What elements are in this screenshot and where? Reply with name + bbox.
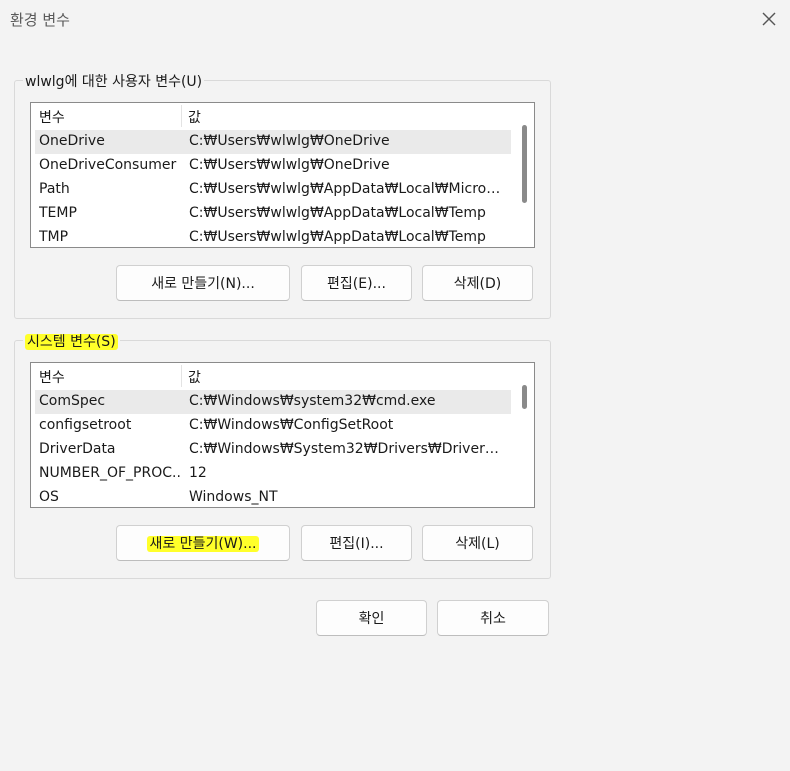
column-header-value[interactable]: 값 bbox=[188, 367, 201, 387]
system-edit-button[interactable]: 편집(I)... bbox=[301, 525, 412, 561]
variable-name: TMP bbox=[39, 229, 69, 245]
variable-value: C:₩Users₩wlwlg₩OneDrive bbox=[189, 157, 390, 173]
table-row[interactable]: configsetroot C:₩Windows₩ConfigSetRoot bbox=[35, 414, 511, 438]
user-variables-list[interactable]: 변수 값 OneDrive C:₩Users₩wlwlg₩OneDrive OneD… bbox=[30, 102, 535, 248]
table-row[interactable]: Path C:₩Users₩wlwlg₩AppData₩Local₩Microso… bbox=[35, 178, 511, 202]
variable-name: OS bbox=[39, 489, 59, 505]
system-variables-label-text: 시스템 변수(S) bbox=[25, 334, 118, 350]
close-button[interactable] bbox=[758, 8, 780, 30]
list-header: 변수 값 bbox=[31, 363, 534, 389]
user-list-scrollbar[interactable] bbox=[517, 103, 531, 247]
table-row[interactable]: OneDriveConsumer C:₩Users₩wlwlg₩OneDrive bbox=[35, 154, 511, 178]
column-header-value[interactable]: 값 bbox=[188, 107, 201, 127]
variable-value: C:₩Windows₩ConfigSetRoot bbox=[189, 417, 394, 433]
column-header-variable[interactable]: 변수 bbox=[39, 107, 65, 127]
system-variables-label: 시스템 변수(S) bbox=[23, 331, 120, 351]
variable-name: TEMP bbox=[39, 205, 77, 221]
variable-value: C:₩Windows₩system32₩cmd.exe bbox=[189, 393, 436, 409]
user-edit-button-label: 편집(E)... bbox=[327, 276, 386, 292]
variable-name: OneDrive bbox=[39, 133, 105, 149]
variable-value: C:₩Users₩wlwlg₩AppData₩Local₩Microsoft..… bbox=[189, 181, 505, 197]
list-header: 변수 값 bbox=[31, 103, 534, 129]
variable-name: Path bbox=[39, 181, 70, 197]
variable-name: ComSpec bbox=[39, 393, 106, 409]
user-variables-label: wlwlg에 대한 사용자 변수(U) bbox=[23, 71, 205, 91]
variable-name: DriverData bbox=[39, 441, 116, 457]
table-row[interactable]: DriverData C:₩Windows₩System32₩Drivers₩Dr… bbox=[35, 438, 511, 462]
variable-value: Windows_NT bbox=[189, 489, 278, 505]
variable-value: C:₩Users₩wlwlg₩AppData₩Local₩Temp bbox=[189, 205, 486, 221]
user-new-button-label: 새로 만들기(N)... bbox=[151, 276, 255, 292]
variable-value: C:₩Users₩wlwlg₩OneDrive bbox=[189, 133, 390, 149]
column-header-variable[interactable]: 변수 bbox=[39, 367, 65, 387]
ok-button[interactable]: 확인 bbox=[316, 600, 427, 636]
system-new-button[interactable]: 새로 만들기(W)... bbox=[116, 525, 290, 561]
user-new-button[interactable]: 새로 만들기(N)... bbox=[116, 265, 290, 301]
column-separator bbox=[181, 365, 182, 387]
variable-name: OneDriveConsumer bbox=[39, 157, 177, 173]
system-edit-button-label: 편집(I)... bbox=[329, 536, 384, 552]
system-variables-group: 시스템 변수(S) 변수 값 ComSpec C:₩Windows₩system3… bbox=[14, 331, 551, 579]
variable-value: 12 bbox=[189, 465, 207, 481]
system-delete-button-label: 삭제(L) bbox=[455, 536, 500, 552]
user-edit-button[interactable]: 편집(E)... bbox=[301, 265, 412, 301]
user-delete-button-label: 삭제(D) bbox=[453, 276, 502, 292]
system-variables-list[interactable]: 변수 값 ComSpec C:₩Windows₩system32₩cmd.exe c… bbox=[30, 362, 535, 508]
scrollbar-thumb[interactable] bbox=[522, 385, 527, 409]
title-bar: 환경 변수 bbox=[0, 0, 790, 40]
table-row[interactable]: OS Windows_NT bbox=[35, 486, 511, 507]
table-row[interactable]: TEMP C:₩Users₩wlwlg₩AppData₩Local₩Temp bbox=[35, 202, 511, 226]
variable-value: C:₩Windows₩System32₩Drivers₩DriverData bbox=[189, 441, 505, 457]
table-row[interactable]: OneDrive C:₩Users₩wlwlg₩OneDrive bbox=[35, 130, 511, 154]
system-new-button-label: 새로 만들기(W)... bbox=[146, 536, 260, 552]
user-delete-button[interactable]: 삭제(D) bbox=[422, 265, 533, 301]
cancel-button[interactable]: 취소 bbox=[437, 600, 549, 636]
system-list-scrollbar[interactable] bbox=[517, 363, 531, 507]
user-variables-group: wlwlg에 대한 사용자 변수(U) 변수 값 OneDrive C:₩User… bbox=[14, 71, 551, 319]
variable-value: C:₩Users₩wlwlg₩AppData₩Local₩Temp bbox=[189, 229, 486, 245]
close-icon bbox=[762, 12, 776, 26]
ok-button-label: 확인 bbox=[358, 611, 385, 627]
variable-name: NUMBER_OF_PROC... bbox=[39, 465, 181, 481]
table-row[interactable]: TMP C:₩Users₩wlwlg₩AppData₩Local₩Temp bbox=[35, 226, 511, 247]
column-separator bbox=[181, 105, 182, 127]
variable-name: configsetroot bbox=[39, 417, 132, 433]
table-row[interactable]: ComSpec C:₩Windows₩system32₩cmd.exe bbox=[35, 390, 511, 414]
table-row[interactable]: NUMBER_OF_PROC... 12 bbox=[35, 462, 511, 486]
window-title: 환경 변수 bbox=[10, 11, 70, 29]
scrollbar-thumb[interactable] bbox=[522, 125, 527, 203]
cancel-button-label: 취소 bbox=[480, 611, 506, 627]
system-delete-button[interactable]: 삭제(L) bbox=[422, 525, 533, 561]
